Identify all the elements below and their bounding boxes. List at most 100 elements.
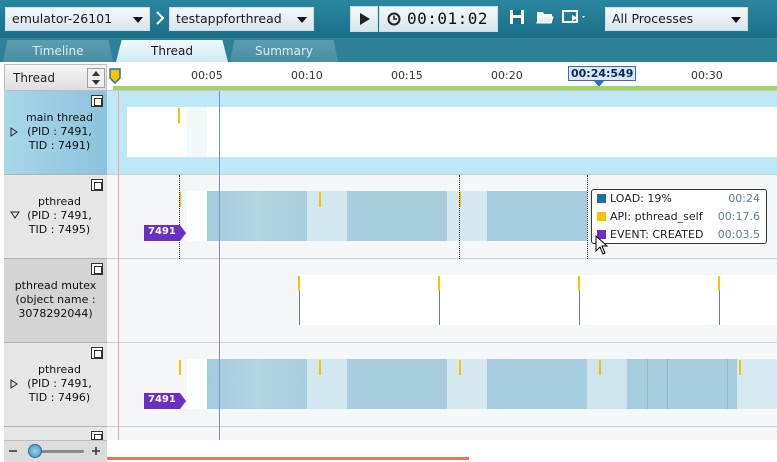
load-bar: [187, 359, 207, 409]
tab-thread[interactable]: Thread: [116, 40, 228, 62]
device-select[interactable]: emulator-26101: [5, 7, 150, 31]
tab-summary-label: Summary: [255, 44, 313, 58]
expand-icon[interactable]: [91, 431, 103, 442]
api-marker[interactable]: [319, 192, 321, 207]
load-bar: [347, 191, 447, 241]
tab-summary[interactable]: Summary: [230, 40, 338, 62]
api-marker[interactable]: [718, 276, 720, 291]
sort-icon[interactable]: [87, 68, 105, 88]
tick-label: 00:30: [691, 69, 723, 82]
screenshot-icon[interactable]: [562, 9, 588, 25]
event-line: [587, 175, 588, 259]
event-line: [179, 175, 180, 259]
load-bar: [127, 107, 777, 157]
tooltip-time: 00:03.5: [717, 228, 760, 241]
thread-column-label: Thread: [13, 71, 55, 85]
event-badge[interactable]: 7491: [144, 393, 186, 409]
thread-name: pthread: [37, 195, 82, 208]
sync-bar: [299, 275, 777, 325]
cursor-time-marker: 00:24:549: [568, 66, 637, 81]
zoom-slider-thumb[interactable]: [28, 444, 42, 458]
expand-icon[interactable]: [91, 347, 103, 359]
load-bar: [307, 359, 347, 409]
tooltip-label: EVENT: CREATED: [610, 228, 704, 241]
toolbar: emulator-26101 testappforthread 00:01:02: [0, 0, 777, 38]
row-track-pthread-mutex[interactable]: [107, 259, 777, 343]
load-bar: [487, 359, 587, 409]
load-bar: [737, 359, 777, 409]
range-start-handle-icon[interactable]: [109, 68, 121, 84]
tick-label: 00:05: [191, 69, 223, 82]
tooltip-row-event: EVENT: CREATED 00:03.5: [595, 227, 760, 244]
api-marker[interactable]: [578, 276, 580, 291]
process-filter-value: All Processes: [612, 11, 694, 26]
process-filter-select[interactable]: All Processes: [605, 7, 748, 31]
start-trace-button[interactable]: [350, 6, 378, 32]
api-marker[interactable]: [459, 360, 461, 375]
horizontal-scrollbar[interactable]: [107, 457, 469, 460]
tab-thread-label: Thread: [151, 44, 193, 58]
open-folder-icon[interactable]: [536, 9, 554, 25]
zoom-in-icon[interactable]: [91, 446, 101, 456]
load-bar: [487, 191, 587, 241]
tooltip-row-load: LOAD: 19% 00:24: [595, 191, 760, 208]
mouse-cursor-icon: [595, 235, 609, 255]
row-label-pthread-mutex[interactable]: pthread mutex (object name : 3078292044): [4, 259, 107, 343]
api-marker[interactable]: [298, 276, 300, 291]
tick-label: 00:10: [291, 69, 323, 82]
sample-line: [667, 359, 668, 409]
load-bar: [207, 359, 307, 409]
time-cursor-line[interactable]: [219, 91, 220, 440]
api-marker[interactable]: [319, 360, 321, 375]
tick-label: 00:15: [391, 69, 423, 82]
load-bar: [447, 359, 487, 409]
clock-icon: [387, 12, 401, 26]
sync-line: [579, 291, 580, 325]
load-swatch: [597, 194, 606, 203]
thread-pid: (PID : 7491,: [27, 125, 92, 138]
load-bar: [187, 107, 207, 157]
expand-icon[interactable]: [91, 179, 103, 191]
time-ruler[interactable]: 00:05 00:10 00:15 00:20 00:30 00:24:549: [107, 64, 777, 91]
tooltip-row-api: API: pthread_self 00:17.6: [595, 209, 760, 226]
data-range-bar: [113, 86, 777, 90]
save-icon[interactable]: [509, 9, 525, 25]
api-marker[interactable]: [179, 360, 181, 375]
expand-icon[interactable]: [91, 263, 103, 275]
row-track-main-thread[interactable]: [107, 91, 777, 175]
chevron-down-icon: [133, 17, 143, 23]
event-tooltip: LOAD: 19% 00:24 API: pthread_self 00:17.…: [591, 189, 767, 244]
row-label-pthread-7495[interactable]: pthread (PID : 7491, TID : 7495): [4, 175, 107, 259]
row-label-main-thread[interactable]: main thread (PID : 7491, TID : 7491): [4, 91, 107, 175]
tab-bar: Timeline Thread Summary: [0, 38, 777, 62]
thread-column-header: Thread: [4, 64, 107, 91]
api-marker[interactable]: [739, 360, 741, 375]
load-bar: [207, 191, 307, 241]
load-bar: [187, 191, 207, 241]
load-bar: [307, 191, 347, 241]
tick-label: 00:20: [491, 69, 523, 82]
api-marker[interactable]: [178, 108, 180, 123]
thread-tid: TID : 7491): [28, 139, 91, 152]
row-track-pthread-7496[interactable]: 7491: [107, 343, 777, 427]
event-badge[interactable]: 7491: [144, 225, 186, 241]
sample-line: [727, 359, 728, 409]
api-swatch: [597, 212, 606, 221]
range-start-line: [118, 91, 119, 440]
api-marker[interactable]: [438, 276, 440, 291]
app-select[interactable]: testappforthread: [169, 7, 314, 31]
row-label-next[interactable]: [4, 427, 107, 442]
zoom-out-icon[interactable]: [8, 446, 18, 456]
sample-line: [647, 359, 648, 409]
chevron-down-icon: [297, 17, 307, 23]
row-track-next[interactable]: [107, 427, 777, 440]
thread-name: main thread: [25, 111, 94, 124]
thread-pid: (PID : 7491,: [27, 377, 92, 390]
expand-icon[interactable]: [91, 95, 103, 107]
api-marker[interactable]: [599, 360, 601, 375]
tab-timeline[interactable]: Timeline: [3, 40, 113, 62]
sync-line: [299, 291, 300, 325]
load-bar: [627, 359, 737, 409]
thread-tid: TID : 7495): [28, 223, 91, 236]
row-label-pthread-7496[interactable]: pthread (PID : 7491, TID : 7496): [4, 343, 107, 427]
